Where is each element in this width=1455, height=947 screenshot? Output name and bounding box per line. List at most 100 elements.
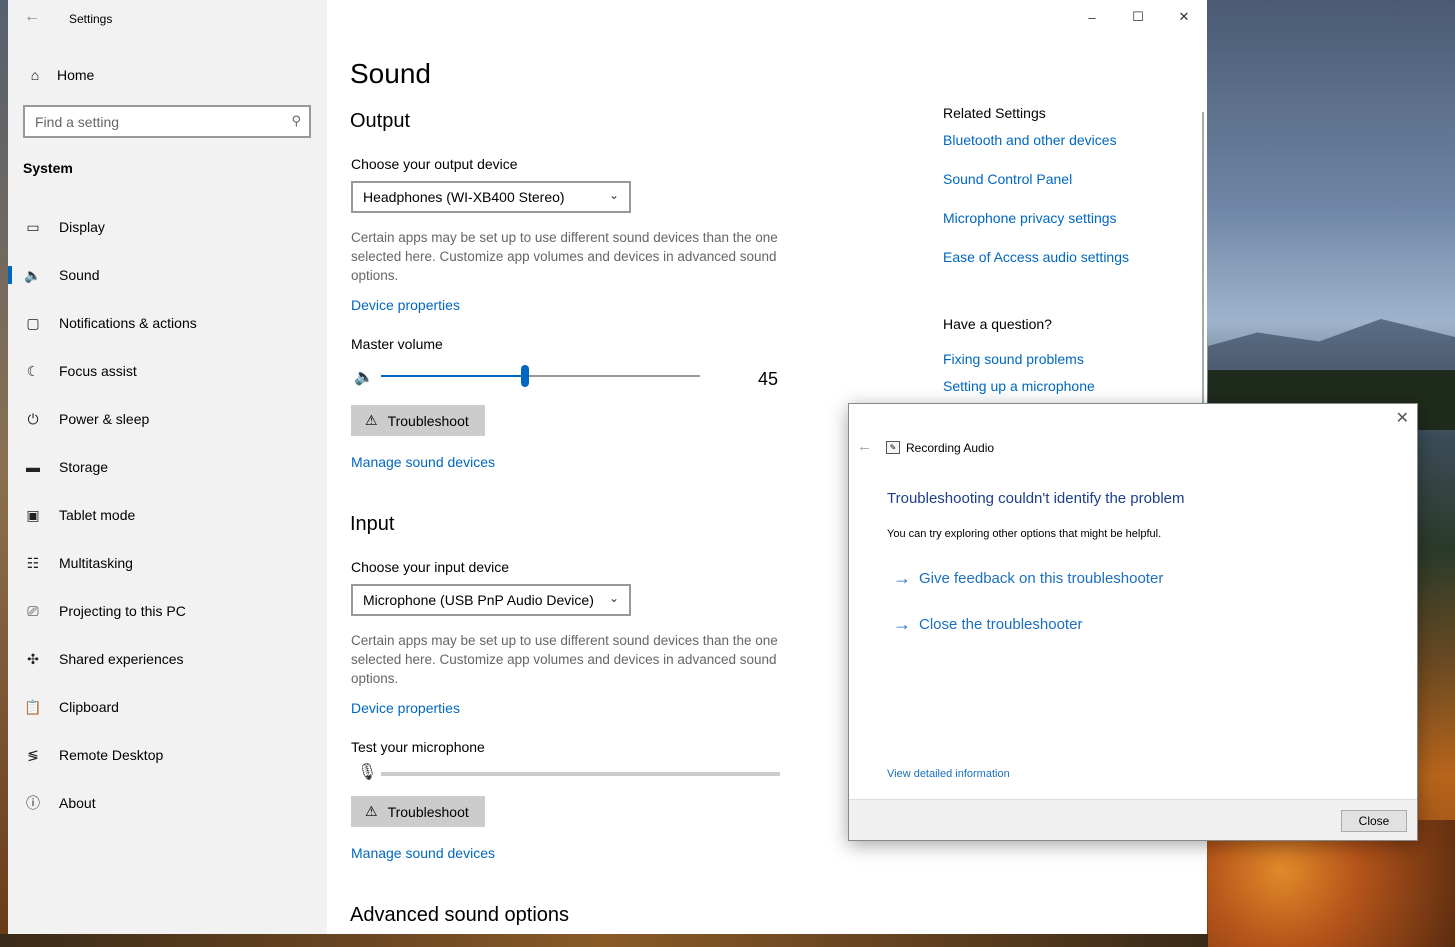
give-feedback-option[interactable]: → Give feedback on this troubleshooter (893, 568, 1163, 589)
input-description: Certain apps may be set up to use differ… (351, 633, 778, 686)
close-icon[interactable]: ✕ (1396, 408, 1409, 428)
projector-icon: ⎚ (27, 602, 39, 619)
troubleshoot-label: Troubleshoot (387, 803, 469, 820)
minimize-button[interactable]: – (1069, 0, 1115, 34)
display-icon: ▭ (26, 218, 40, 235)
sidebar: ← Settings ⌂ Home ⚲ System ▭ Display 🔈 S… (8, 0, 327, 934)
search-input[interactable] (25, 107, 265, 136)
volume-slider-fill (381, 375, 525, 377)
output-troubleshoot-button[interactable]: ⚠ Troubleshoot (351, 405, 485, 436)
share-icon: ✣ (27, 650, 39, 667)
sidebar-item-remote-desktop[interactable]: ≶ Remote Desktop (8, 735, 327, 775)
sidebar-item-notifications[interactable]: ▢ Notifications & actions (8, 303, 327, 343)
related-settings-title: Related Settings (943, 105, 1046, 121)
dialog-heading: Troubleshooting couldn't identify the pr… (887, 490, 1185, 507)
desktop-wallpaper-bottom (0, 934, 1208, 947)
sidebar-item-storage[interactable]: ▬ Storage (8, 447, 327, 487)
related-link-microphone-privacy[interactable]: Microphone privacy settings (943, 210, 1117, 226)
sidebar-item-multitasking[interactable]: ☷ Multitasking (8, 543, 327, 583)
advanced-sound-heading: Advanced sound options (350, 904, 570, 926)
output-device-dropdown[interactable]: Headphones (WI-XB400 Stereo) ⌄ (351, 181, 631, 213)
notification-icon: ▢ (26, 314, 40, 331)
close-troubleshooter-option[interactable]: → Close the troubleshooter (893, 614, 1082, 635)
input-device-label: Choose your input device (351, 559, 509, 575)
sidebar-item-label: Power & sleep (59, 411, 150, 427)
warning-icon: ⚠ (365, 803, 378, 819)
microphone-level-meter (381, 772, 780, 776)
question-title: Have a question? (943, 316, 1052, 332)
volume-slider-thumb[interactable] (520, 365, 529, 387)
window-controls: – ☐ ✕ (1069, 0, 1207, 34)
question-link-fixing-sound[interactable]: Fixing sound problems (943, 351, 1084, 367)
search-box[interactable]: ⚲ (23, 105, 311, 138)
sidebar-item-label: Sound (59, 267, 100, 283)
maximize-button[interactable]: ☐ (1115, 0, 1161, 34)
sidebar-item-label: Focus assist (59, 363, 137, 379)
output-device-value: Headphones (WI-XB400 Stereo) (363, 189, 565, 205)
dialog-footer: Close (849, 799, 1417, 840)
option-label: Give feedback on this troubleshooter (919, 570, 1164, 587)
sidebar-item-label: Remote Desktop (59, 747, 164, 763)
sidebar-item-tablet-mode[interactable]: ▣ Tablet mode (8, 495, 327, 535)
home-icon: ⌂ (30, 67, 40, 83)
clipboard-icon: 📋 (24, 698, 42, 715)
related-link-sound-control-panel[interactable]: Sound Control Panel (943, 171, 1072, 187)
sidebar-item-label: Storage (59, 459, 109, 475)
input-manage-devices-link[interactable]: Manage sound devices (351, 845, 495, 861)
sidebar-item-power-sleep[interactable]: ⏻ Power & sleep (8, 399, 327, 439)
input-heading: Input (350, 513, 395, 535)
troubleshoot-label: Troubleshoot (387, 412, 469, 429)
troubleshooter-app-icon: ✎ (886, 441, 900, 454)
moon-icon: ☾ (26, 362, 40, 379)
back-arrow-icon[interactable]: ← (24, 8, 40, 26)
speaker-volume-icon[interactable]: 🔈 (354, 367, 374, 387)
output-description: Certain apps may be set up to use differ… (351, 230, 778, 283)
related-link-bluetooth[interactable]: Bluetooth and other devices (943, 132, 1117, 148)
output-manage-devices-link[interactable]: Manage sound devices (351, 454, 495, 470)
sidebar-item-about[interactable]: ⓘ About (8, 783, 327, 823)
test-microphone-label: Test your microphone (351, 739, 485, 755)
tablet-icon: ▣ (26, 506, 40, 523)
sidebar-item-shared-experiences[interactable]: ✣ Shared experiences (8, 639, 327, 679)
remote-icon: ≶ (27, 746, 39, 763)
input-device-value: Microphone (USB PnP Audio Device) (363, 592, 594, 608)
desktop-wallpaper-left (0, 0, 8, 947)
master-volume-slider[interactable] (381, 365, 700, 387)
back-arrow-icon[interactable]: ← (857, 438, 872, 455)
speaker-icon: 🔈 (24, 266, 42, 283)
scrollbar[interactable] (1202, 112, 1204, 412)
sidebar-item-label: Shared experiences (59, 651, 184, 667)
related-link-ease-of-access[interactable]: Ease of Access audio settings (943, 249, 1129, 265)
sidebar-home[interactable]: ⌂ Home (25, 64, 95, 86)
sidebar-item-sound[interactable]: 🔈 Sound (8, 255, 327, 295)
chevron-down-icon: ⌄ (608, 591, 619, 605)
storage-icon: ▬ (26, 459, 40, 475)
sidebar-home-label: Home (57, 67, 95, 83)
warning-icon: ⚠ (365, 412, 378, 428)
master-volume-label: Master volume (351, 336, 443, 352)
sidebar-item-label: Tablet mode (59, 507, 136, 523)
search-icon: ⚲ (291, 113, 301, 128)
sidebar-item-label: Projecting to this PC (59, 603, 186, 619)
sidebar-item-label: Multitasking (59, 555, 133, 571)
info-icon: ⓘ (26, 795, 40, 811)
sidebar-item-label: Display (59, 219, 105, 235)
output-device-properties-link[interactable]: Device properties (351, 297, 460, 313)
dialog-app-name: Recording Audio (906, 441, 995, 455)
page-title: Sound (350, 58, 431, 89)
sidebar-item-projecting[interactable]: ⎚ Projecting to this PC (8, 591, 327, 631)
input-troubleshoot-button[interactable]: ⚠ Troubleshoot (351, 796, 485, 827)
output-heading: Output (350, 110, 411, 132)
sidebar-item-focus-assist[interactable]: ☾ Focus assist (8, 351, 327, 391)
dialog-close-button[interactable]: Close (1341, 810, 1407, 832)
view-details-link[interactable]: View detailed information (887, 768, 1010, 780)
sidebar-item-clipboard[interactable]: 📋 Clipboard (8, 687, 327, 727)
close-window-button[interactable]: ✕ (1161, 0, 1207, 34)
question-link-setting-up-microphone[interactable]: Setting up a microphone (943, 378, 1095, 394)
microphone-icon: 🎙 (357, 764, 378, 781)
power-icon: ⏻ (27, 410, 39, 427)
sidebar-item-display[interactable]: ▭ Display (8, 207, 327, 247)
input-device-properties-link[interactable]: Device properties (351, 700, 460, 716)
arrow-right-icon: → (893, 568, 911, 588)
input-device-dropdown[interactable]: Microphone (USB PnP Audio Device) ⌄ (351, 584, 631, 616)
